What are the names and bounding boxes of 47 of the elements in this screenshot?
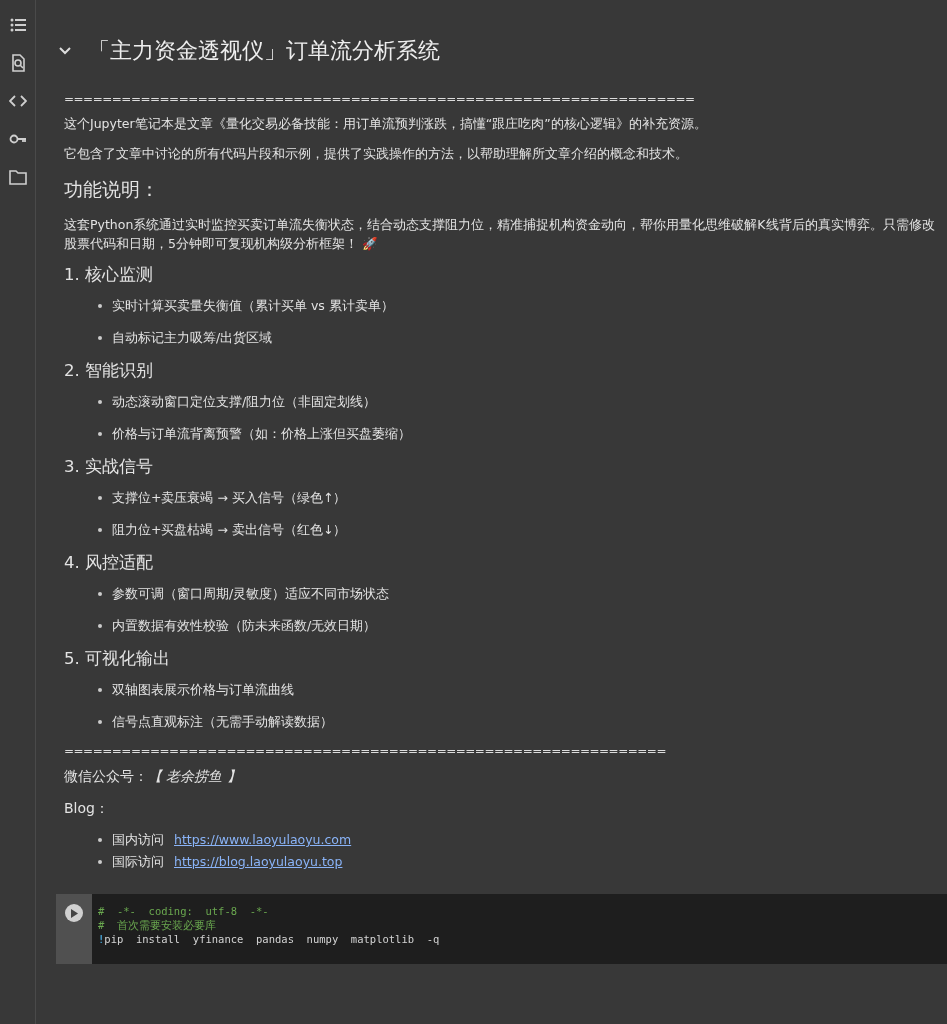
- feature-item: 内置数据有效性校验（防未来函数/无效日期）: [112, 617, 377, 635]
- feature-title: 3. 实战信号: [64, 456, 154, 478]
- feature-item: 支撑位+卖压衰竭 → 买入信号（绿色↑）: [112, 489, 347, 507]
- bullet-icon: [98, 720, 102, 724]
- bullet-icon: [98, 400, 102, 404]
- bullet-icon: [98, 528, 102, 532]
- bullet-icon: [98, 432, 102, 436]
- blog-link[interactable]: https://blog.laoyulaoyu.top: [174, 852, 343, 872]
- feature-item: 价格与订单流背离预警（如：价格上涨但买盘萎缩）: [112, 425, 411, 443]
- bullet-icon: [98, 496, 102, 500]
- feature-item: 双轴图表展示价格与订单流曲线: [112, 681, 294, 699]
- wechat-line: 微信公众号：【 老余捞鱼 】: [64, 768, 242, 786]
- code-comment: # -*- coding: utf-8 -*-: [98, 904, 270, 918]
- play-icon: [70, 908, 78, 918]
- blog-label: Blog：: [64, 800, 110, 818]
- feature-title: 1. 核心监测: [64, 264, 154, 286]
- intro-paragraph: 它包含了文章中讨论的所有代码片段和示例，提供了实践操作的方法，以帮助理解所文章介绍的概念和技术。: [64, 145, 689, 163]
- blog-link[interactable]: https://www.laoyulaoyu.com: [174, 830, 352, 850]
- bullet-icon: [98, 688, 102, 692]
- bullet-icon: [98, 304, 102, 308]
- table-of-contents-icon[interactable]: [8, 16, 27, 34]
- divider-text: ===============================================================: [64, 744, 667, 758]
- code-line: !pip install yfinance pandas numpy matplotlib -q: [98, 932, 440, 946]
- feature-item: 参数可调（窗口周期/灵敏度）适应不同市场状态: [112, 585, 390, 603]
- bullet-icon: [98, 624, 102, 628]
- feature-item: 阻力位+买盘枯竭 → 卖出信号（红色↓）: [112, 521, 347, 539]
- code-comment: # 首次需要安装必要库: [98, 918, 217, 932]
- section-heading: 「主力资金透视仪」订单流分析系统: [88, 37, 440, 65]
- bullet-icon: [98, 838, 102, 842]
- feature-item: 自动标记主力吸筹/出货区域: [112, 329, 273, 347]
- feature-title: 4. 风控适配: [64, 552, 154, 574]
- feature-item: 动态滚动窗口定位支撑/阻力位（非固定划线）: [112, 393, 377, 411]
- feature-item: 信号点直观标注（无需手动解读数据）: [112, 713, 333, 731]
- feature-title: 5. 可视化输出: [64, 648, 171, 670]
- feature-item: 实时计算买卖量失衡值（累计买单 vs 累计卖单）: [112, 297, 394, 315]
- link-label: 国际访问: [112, 853, 164, 871]
- intro-paragraph: 这个Jupyter笔记本是文章《量化交易必备技能：用订单流预判涨跌，搞懂“跟庄吃肉”的核心逻辑》的补充资源。: [64, 115, 708, 133]
- link-label: 国内访问: [112, 831, 164, 849]
- feature-title: 2. 智能识别: [64, 360, 154, 382]
- folder-icon[interactable]: [8, 168, 27, 186]
- divider-text: ==================================================================: [64, 92, 696, 106]
- bullet-icon: [98, 592, 102, 596]
- bullet-icon: [98, 860, 102, 864]
- bullet-icon: [98, 336, 102, 340]
- run-button[interactable]: [65, 904, 83, 922]
- description-paragraph: 这套Python系统通过实时监控买卖订单流失衡状态，结合动态支撑阻力位，精准捕捉机构资金动向，帮你用量化思维破解K线背后的真实博弈。只需修改股票代码和日期，5分钟即可复现机构级分析框架！ 🚀: [64, 216, 936, 253]
- subheading: 功能说明：: [64, 177, 160, 202]
